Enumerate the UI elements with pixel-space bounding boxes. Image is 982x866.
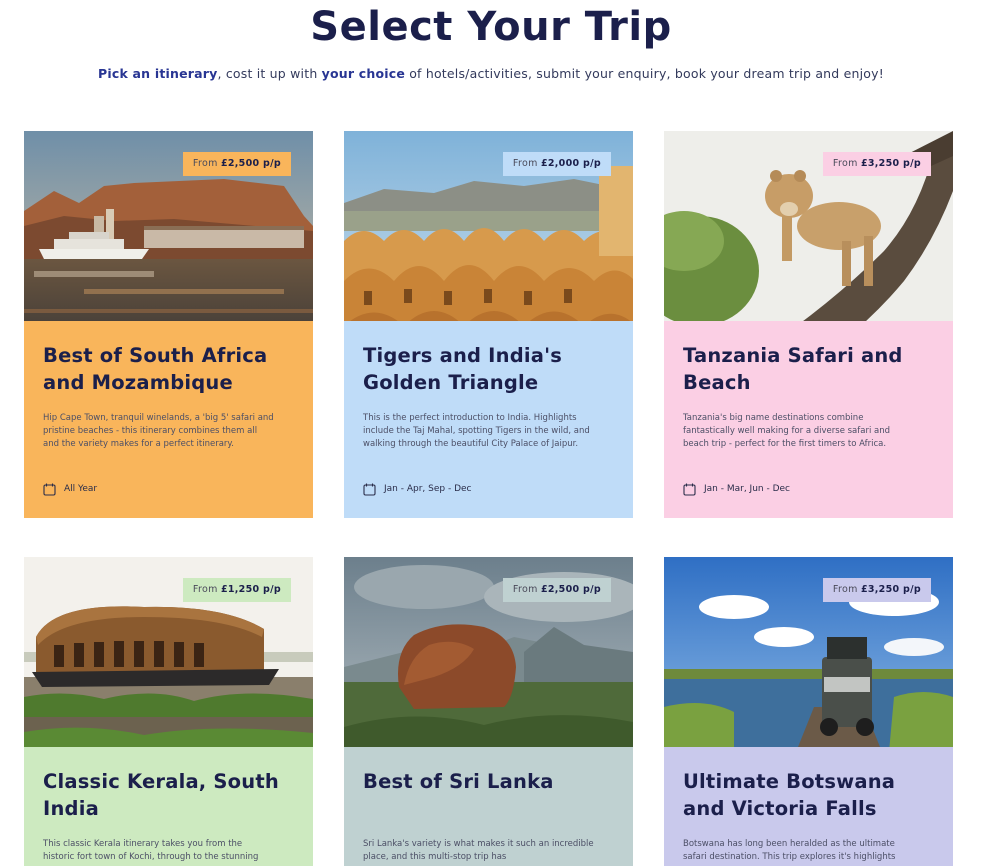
- trip-description: This is the perfect introduction to Indi…: [363, 413, 590, 449]
- trip-description: This classic Kerala itinerary takes you …: [43, 839, 259, 862]
- subtitle-highlight-choice: your choice: [321, 66, 406, 81]
- price-badge: From £1,250 p/p: [182, 578, 291, 602]
- trip-description: Sri Lanka's variety is what makes it suc…: [363, 839, 594, 862]
- price-value: £2,500 p/p: [540, 584, 601, 595]
- calendar-icon: [363, 483, 376, 496]
- price-badge: From £2,500 p/p: [182, 152, 291, 176]
- trip-card-india[interactable]: From £2,000 p/p Tigers and India's Golde…: [344, 131, 633, 518]
- trip-season: All Year: [43, 481, 97, 497]
- price-prefix: From: [832, 584, 861, 595]
- price-value: £1,250 p/p: [220, 584, 281, 595]
- season-label: All Year: [64, 484, 98, 494]
- trip-title: Tigers and India's Golden Triangle: [363, 344, 563, 394]
- calendar-icon: [43, 483, 56, 496]
- trip-card-botswana[interactable]: From £3,250 p/p Ultimate Botswana and Vi…: [664, 557, 953, 866]
- price-value: £3,250 p/p: [860, 584, 921, 595]
- season-label: Jan - Apr, Sep - Dec: [384, 484, 472, 494]
- trip-season: Jan - Apr, Sep - Dec: [363, 481, 471, 497]
- trip-title: Ultimate Botswana and Victoria Falls: [683, 770, 896, 820]
- trip-card-south-africa[interactable]: From £2,500 p/p Best of South Africa and…: [24, 131, 313, 518]
- trip-title: Tanzania Safari and Beach: [683, 344, 903, 394]
- trip-title: Best of Sri Lanka: [363, 770, 554, 793]
- trip-card-kerala[interactable]: From £1,250 p/p Classic Kerala, South In…: [24, 557, 313, 866]
- price-prefix: From: [192, 584, 221, 595]
- trip-description: Botswana has long been heralded as the u…: [683, 839, 896, 862]
- price-value: £3,250 p/p: [860, 158, 921, 169]
- trip-card-tanzania[interactable]: From £3,250 p/p Tanzania Safari and Beac…: [664, 131, 953, 518]
- subtitle-text-1: , cost it up with: [217, 66, 322, 81]
- price-value: £2,000 p/p: [540, 158, 601, 169]
- trip-title: Best of South Africa and Mozambique: [43, 344, 268, 394]
- subtitle-text-2: of hotels/activities, submit your enquir…: [405, 66, 884, 81]
- trip-description: Hip Cape Town, tranquil winelands, a 'bi…: [43, 413, 274, 449]
- price-prefix: From: [512, 584, 541, 595]
- price-prefix: From: [192, 158, 221, 169]
- price-badge: From £3,250 p/p: [822, 578, 931, 602]
- trip-description: Tanzania's big name destinations combine…: [683, 413, 891, 449]
- season-label: Jan - Mar, Jun - Dec: [704, 484, 790, 494]
- trip-season: Jan - Mar, Jun - Dec: [683, 481, 790, 497]
- price-badge: From £3,250 p/p: [822, 152, 931, 176]
- price-prefix: From: [512, 158, 541, 169]
- price-badge: From £2,500 p/p: [502, 578, 611, 602]
- trip-card-sri-lanka[interactable]: From £2,500 p/p Best of Sri Lanka Sri La…: [344, 557, 633, 866]
- page-subtitle: Pick an itinerary, cost it up with your …: [0, 66, 982, 81]
- price-badge: From £2,000 p/p: [502, 152, 611, 176]
- trip-title: Classic Kerala, South India: [43, 770, 279, 820]
- price-value: £2,500 p/p: [220, 158, 281, 169]
- price-prefix: From: [832, 158, 861, 169]
- page-title: Select Your Trip: [310, 4, 672, 50]
- calendar-icon: [683, 483, 696, 496]
- subtitle-highlight-itinerary: Pick an itinerary: [98, 66, 218, 81]
